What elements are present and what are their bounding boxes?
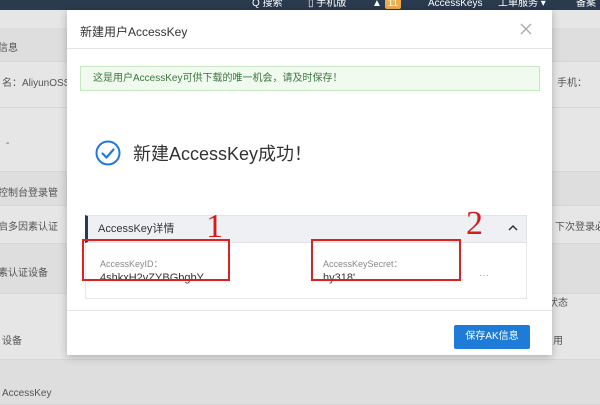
chevron-up-icon	[508, 225, 518, 231]
bg-enable: 用	[553, 336, 563, 347]
bg-device: 设备	[2, 336, 22, 347]
annotation-box-1	[82, 239, 230, 281]
bg-phone-label: 手机：	[557, 78, 587, 89]
bg-section-title: AccessKey	[2, 388, 52, 399]
check-circle-icon	[95, 140, 121, 166]
bg-section-title: 素认证设备	[0, 268, 48, 279]
nav-beian[interactable]: 备案	[576, 0, 596, 10]
notification-badge: 11	[384, 0, 402, 9]
footer-divider	[67, 310, 552, 311]
close-icon	[520, 23, 532, 35]
bg-section-header: AccessKey	[0, 360, 600, 405]
new-accesskey-dialog: 新建用户AccessKey 这是用户AccessKey可供下载的唯一机会，请及时…	[67, 10, 552, 355]
bg-next-login: 下次登录必	[555, 222, 600, 233]
bg-value: -	[6, 138, 10, 149]
top-nav-bar: Q 搜索 ▯ 手机版 ▲ 11 AccessKeys 工单服务 ▾ 备案	[0, 0, 600, 10]
dialog-title: 新建用户AccessKey	[80, 25, 188, 39]
annotation-box-2	[311, 239, 461, 281]
nav-ticket[interactable]: 工单服务 ▾	[498, 0, 546, 10]
nav-mobile[interactable]: ▯ 手机版	[308, 0, 346, 10]
title-divider	[67, 48, 552, 49]
nav-search[interactable]: Q 搜索	[252, 0, 283, 10]
success-text: 新建AccessKey成功！	[133, 144, 313, 164]
nav-accesskeys[interactable]: AccessKeys	[428, 0, 482, 10]
success-message: 新建AccessKey成功！	[95, 138, 312, 168]
bell-icon: ▲	[372, 0, 382, 9]
collapse-details-button[interactable]	[498, 215, 528, 243]
bg-mfa-label: 启多因素认证	[0, 222, 58, 233]
nav-notifications[interactable]: ▲ 11	[372, 0, 402, 10]
bg-section-title: 信息	[0, 43, 18, 54]
save-ak-button[interactable]: 保存AK信息	[454, 325, 530, 349]
download-notice: 这是用户AccessKey可供下载的唯一机会，请及时保存！	[80, 66, 540, 91]
mask-dash: …	[479, 268, 489, 279]
close-button[interactable]	[517, 20, 535, 38]
annotation-number-2: 2	[466, 205, 483, 242]
bg-username: 名：AliyunOSST	[2, 78, 77, 89]
bg-section-title: 控制台登录管	[0, 188, 58, 199]
annotation-number-1: 1	[206, 208, 223, 245]
